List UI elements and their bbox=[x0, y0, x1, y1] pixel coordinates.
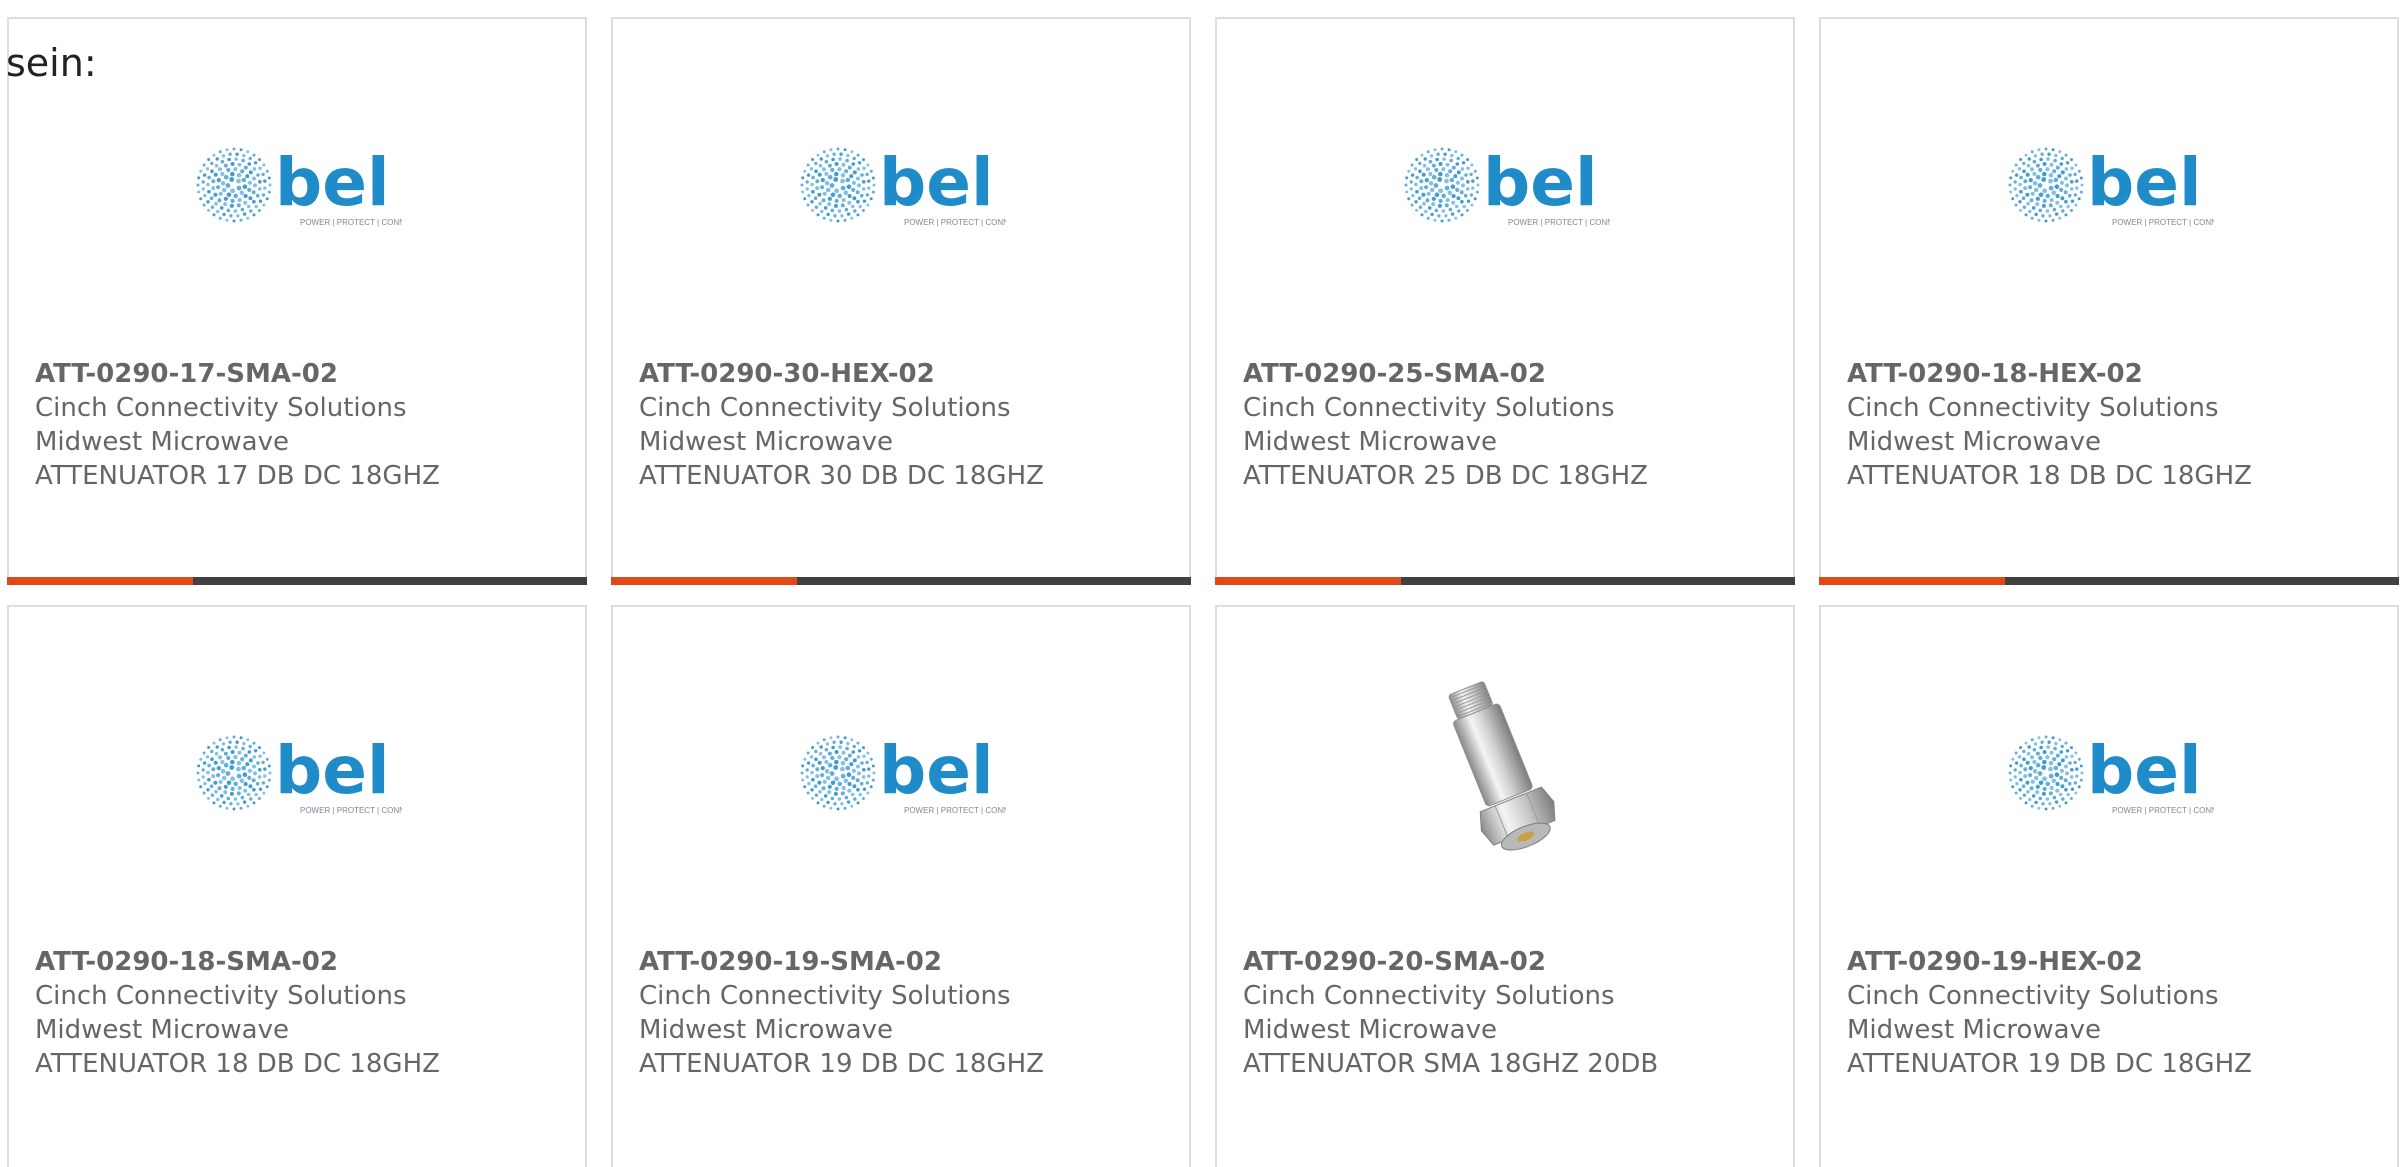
product-card[interactable]: ATT-0290-20-SMA-02 Cinch Connectivity Sol… bbox=[1215, 605, 1795, 1167]
manufacturer-name: Cinch Connectivity Solutions bbox=[1243, 393, 1615, 423]
product-info: ATT-0290-18-HEX-02 Cinch Connectivity Sol… bbox=[1847, 357, 2252, 493]
sub-brand-name: Midwest Microwave bbox=[1243, 1015, 1497, 1045]
sma-attenuator-photo bbox=[1448, 681, 1556, 851]
product-description: ATTENUATOR 19 DB DC 18GHZ bbox=[1847, 1049, 2252, 1079]
intro-text: sein: bbox=[6, 41, 97, 85]
part-number-link[interactable]: ATT-0290-19-SMA-02 bbox=[639, 945, 1044, 979]
bel-logo-tagline: POWER | PROTECT | CONNECT bbox=[300, 218, 402, 227]
product-description: ATTENUATOR 30 DB DC 18GHZ bbox=[639, 461, 1044, 491]
sub-brand-name: Midwest Microwave bbox=[35, 1015, 289, 1045]
product-image[interactable]: belPOWER | PROTECT | CONNECT bbox=[9, 657, 585, 897]
manufacturer-name: Cinch Connectivity Solutions bbox=[639, 981, 1011, 1011]
bel-logo-text: bel bbox=[2087, 144, 2202, 221]
product-info: ATT-0290-17-SMA-02 Cinch Connectivity Sol… bbox=[35, 357, 440, 493]
card-hover-bar bbox=[611, 577, 1191, 585]
bel-logo-icon: belPOWER | PROTECT | CONNECT bbox=[800, 732, 1006, 815]
product-description: ATTENUATOR 25 DB DC 18GHZ bbox=[1243, 461, 1648, 491]
manufacturer-name: Cinch Connectivity Solutions bbox=[35, 393, 407, 423]
bel-logo-tagline: POWER | PROTECT | CONNECT bbox=[2112, 218, 2214, 227]
product-card[interactable]: belPOWER | PROTECT | CONNECT ATT-0290-30-… bbox=[611, 17, 1191, 585]
card-hover-bar bbox=[7, 577, 587, 585]
part-number-link[interactable]: ATT-0290-25-SMA-02 bbox=[1243, 357, 1648, 391]
sub-brand-name: Midwest Microwave bbox=[1243, 427, 1497, 457]
manufacturer-name: Cinch Connectivity Solutions bbox=[35, 981, 407, 1011]
bel-logo-text: bel bbox=[879, 144, 994, 221]
page: sein: belPOWER | PROTECT | CONNECTATT-02… bbox=[0, 0, 2400, 1167]
product-card[interactable]: belPOWER | PROTECT | CONNECT ATT-0290-17-… bbox=[7, 17, 587, 585]
part-number-link[interactable]: ATT-0290-18-SMA-02 bbox=[35, 945, 440, 979]
product-info: ATT-0290-18-SMA-02 Cinch Connectivity Sol… bbox=[35, 945, 440, 1081]
product-image[interactable] bbox=[1217, 657, 1793, 897]
product-image[interactable]: belPOWER | PROTECT | CONNECT bbox=[1821, 69, 2397, 309]
bel-logo-text: bel bbox=[1483, 144, 1598, 221]
manufacturer-name: Cinch Connectivity Solutions bbox=[639, 393, 1011, 423]
part-number-link[interactable]: ATT-0290-17-SMA-02 bbox=[35, 357, 440, 391]
part-number-link[interactable]: ATT-0290-19-HEX-02 bbox=[1847, 945, 2252, 979]
product-card[interactable]: belPOWER | PROTECT | CONNECT ATT-0290-19-… bbox=[611, 605, 1191, 1167]
bel-logo-tagline: POWER | PROTECT | CONNECT bbox=[300, 806, 402, 815]
product-info: ATT-0290-30-HEX-02 Cinch Connectivity Sol… bbox=[639, 357, 1044, 493]
bel-logo-icon: belPOWER | PROTECT | CONNECT bbox=[2008, 732, 2214, 815]
sub-brand-name: Midwest Microwave bbox=[35, 427, 289, 457]
product-description: ATTENUATOR 19 DB DC 18GHZ bbox=[639, 1049, 1044, 1079]
manufacturer-name: Cinch Connectivity Solutions bbox=[1847, 981, 2219, 1011]
manufacturer-name: Cinch Connectivity Solutions bbox=[1243, 981, 1615, 1011]
bel-logo-icon: belPOWER | PROTECT | CONNECT bbox=[800, 144, 1006, 227]
bel-logo-icon: belPOWER | PROTECT | CONNECT bbox=[196, 732, 402, 815]
bel-logo-icon: belPOWER | PROTECT | CONNECT bbox=[2008, 144, 2214, 227]
card-hover-bar bbox=[1819, 577, 2399, 585]
part-number-link[interactable]: ATT-0290-20-SMA-02 bbox=[1243, 945, 1658, 979]
bel-logo-tagline: POWER | PROTECT | CONNECT bbox=[904, 218, 1006, 227]
product-card[interactable]: belPOWER | PROTECT | CONNECT ATT-0290-19-… bbox=[1819, 605, 2399, 1167]
card-hover-bar bbox=[1215, 577, 1795, 585]
product-description: ATTENUATOR 18 DB DC 18GHZ bbox=[35, 1049, 440, 1079]
manufacturer-name: Cinch Connectivity Solutions bbox=[1847, 393, 2219, 423]
product-card[interactable]: belPOWER | PROTECT | CONNECT ATT-0290-18-… bbox=[7, 605, 587, 1167]
card-hover-bar-accent bbox=[7, 577, 193, 585]
bel-logo-text: bel bbox=[2087, 732, 2202, 809]
product-description: ATTENUATOR SMA 18GHZ 20DB bbox=[1243, 1049, 1659, 1079]
bel-logo-tagline: POWER | PROTECT | CONNECT bbox=[2112, 806, 2214, 815]
product-description: ATTENUATOR 18 DB DC 18GHZ bbox=[1847, 461, 2252, 491]
bel-logo-text: bel bbox=[275, 144, 390, 221]
bel-logo-tagline: POWER | PROTECT | CONNECT bbox=[1508, 218, 1610, 227]
bel-logo-icon: belPOWER | PROTECT | CONNECT bbox=[1404, 144, 1610, 227]
product-image[interactable]: belPOWER | PROTECT | CONNECT bbox=[613, 69, 1189, 309]
product-description: ATTENUATOR 17 DB DC 18GHZ bbox=[35, 461, 440, 491]
product-image[interactable]: belPOWER | PROTECT | CONNECT bbox=[613, 657, 1189, 897]
product-card[interactable]: belPOWER | PROTECT | CONNECT ATT-0290-25-… bbox=[1215, 17, 1795, 585]
sub-brand-name: Midwest Microwave bbox=[1847, 1015, 2101, 1045]
product-image[interactable]: belPOWER | PROTECT | CONNECT bbox=[1217, 69, 1793, 309]
sub-brand-name: Midwest Microwave bbox=[639, 1015, 893, 1045]
part-number-link[interactable]: ATT-0290-30-HEX-02 bbox=[639, 357, 1044, 391]
product-info: ATT-0290-25-SMA-02 Cinch Connectivity Sol… bbox=[1243, 357, 1648, 493]
product-image[interactable]: belPOWER | PROTECT | CONNECT bbox=[9, 69, 585, 309]
sub-brand-name: Midwest Microwave bbox=[1847, 427, 2101, 457]
card-hover-bar-accent bbox=[1215, 577, 1401, 585]
part-number-link[interactable]: ATT-0290-18-HEX-02 bbox=[1847, 357, 2252, 391]
product-card[interactable]: belPOWER | PROTECT | CONNECT ATT-0290-18-… bbox=[1819, 17, 2399, 585]
card-hover-bar-accent bbox=[611, 577, 797, 585]
card-hover-bar-accent bbox=[1819, 577, 2005, 585]
product-info: ATT-0290-19-SMA-02 Cinch Connectivity Sol… bbox=[639, 945, 1044, 1081]
product-image[interactable]: belPOWER | PROTECT | CONNECT bbox=[1821, 657, 2397, 897]
bel-logo-tagline: POWER | PROTECT | CONNECT bbox=[904, 806, 1006, 815]
bel-logo-text: bel bbox=[275, 732, 390, 809]
bel-logo-text: bel bbox=[879, 732, 994, 809]
bel-logo-icon: belPOWER | PROTECT | CONNECT bbox=[196, 144, 402, 227]
sub-brand-name: Midwest Microwave bbox=[639, 427, 893, 457]
product-grid: belPOWER | PROTECT | CONNECTATT-0290-17-… bbox=[7, 17, 2399, 1167]
product-info: ATT-0290-19-HEX-02 Cinch Connectivity Sol… bbox=[1847, 945, 2252, 1081]
product-info: ATT-0290-20-SMA-02 Cinch Connectivity Sol… bbox=[1243, 945, 1658, 1081]
